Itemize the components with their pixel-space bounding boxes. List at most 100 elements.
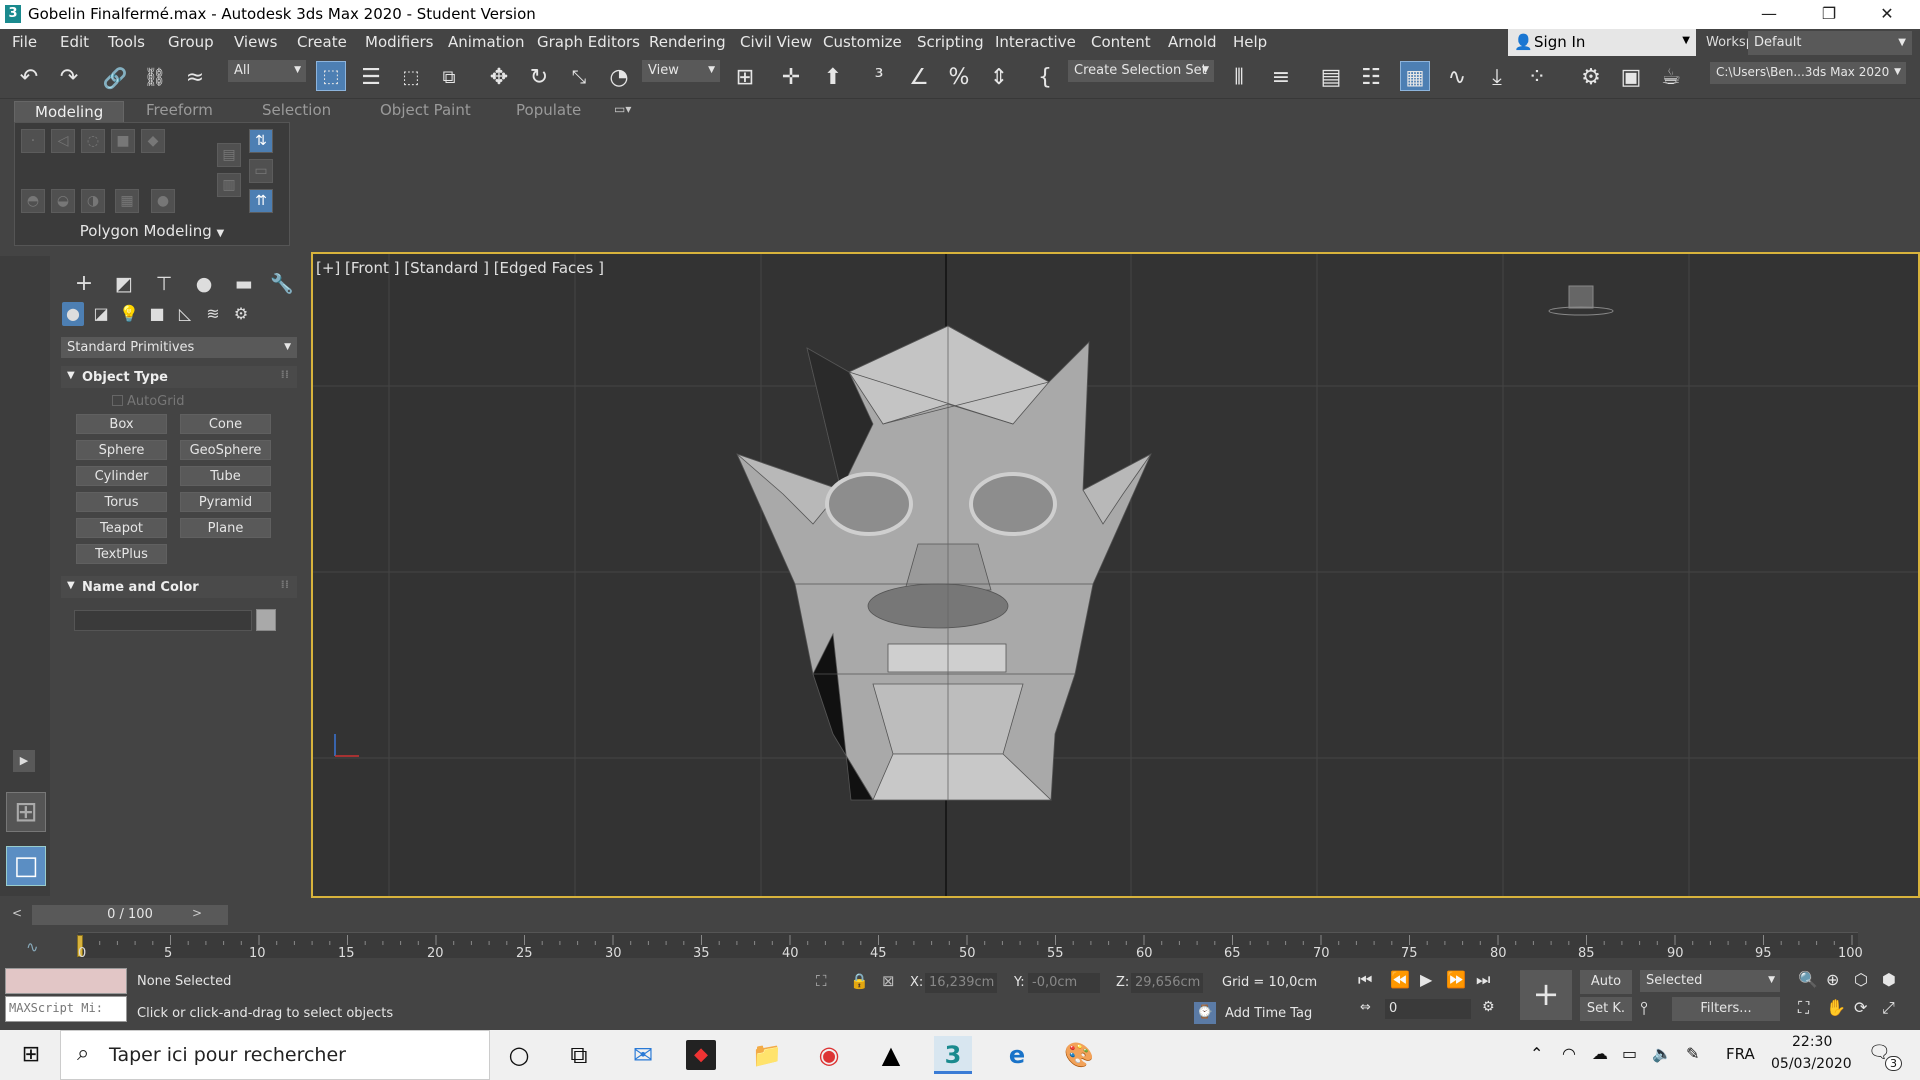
systems-category-icon[interactable]: ⚙ xyxy=(230,302,252,326)
key-filter-set-dropdown[interactable]: Selected ▼ xyxy=(1640,970,1780,992)
menu-file[interactable]: File xyxy=(12,33,37,51)
modify-tab-icon[interactable]: ◩ xyxy=(110,270,138,298)
zoom-all-icon[interactable]: ⊕ xyxy=(1826,970,1839,989)
expand-layout-icon[interactable]: ▶ xyxy=(13,750,35,772)
maximize-viewport-icon[interactable]: ⤢ xyxy=(1882,998,1895,1018)
undo-icon[interactable]: ↶ xyxy=(14,63,44,93)
zoom-extents-icon[interactable]: ⬡ xyxy=(1854,970,1868,989)
add-time-tag[interactable]: Add Time Tag xyxy=(1225,1006,1312,1021)
bind-space-warp-icon[interactable]: ≈ xyxy=(180,63,210,93)
close-button[interactable]: ✕ xyxy=(1858,0,1916,29)
teapot-button[interactable]: Teapot xyxy=(76,518,167,538)
previous-key-icon[interactable]: ⏪ xyxy=(1390,970,1410,989)
zoom-icon[interactable]: 🔍 xyxy=(1798,970,1818,989)
menu-content[interactable]: Content xyxy=(1091,33,1151,51)
sign-in-dropdown[interactable]: 👤 Sign In ▼ xyxy=(1508,29,1696,56)
unlink-icon[interactable]: ⛓ xyxy=(140,63,170,93)
redo-icon[interactable]: ↷ xyxy=(54,63,84,93)
menu-group[interactable]: Group xyxy=(168,33,214,51)
clock-time[interactable]: 22:30 xyxy=(1792,1034,1832,1050)
autogrid-checkbox[interactable]: AutoGrid xyxy=(112,394,184,409)
pivot-center-icon[interactable]: ⊞ xyxy=(730,63,760,93)
material-editor-icon[interactable]: ⁘ xyxy=(1522,63,1552,93)
menu-rendering[interactable]: Rendering xyxy=(649,33,726,51)
curve-editor-mini-icon[interactable]: ∿ xyxy=(26,938,39,956)
select-object-icon[interactable]: ⬚ xyxy=(316,61,346,91)
y-coordinate-input[interactable]: -0,0cm xyxy=(1028,973,1100,993)
tab-object-paint[interactable]: Object Paint xyxy=(380,101,471,119)
collapse-stack-icon[interactable]: ⇈ xyxy=(249,189,273,213)
input-language[interactable]: FRA xyxy=(1726,1045,1755,1063)
border-mode-icon[interactable]: ◌ xyxy=(81,129,105,153)
menu-views[interactable]: Views xyxy=(234,33,277,51)
link-icon[interactable]: 🔗 xyxy=(100,63,130,93)
time-configuration-icon[interactable]: ⚙ xyxy=(1482,999,1495,1015)
align-icon[interactable]: ≡ xyxy=(1266,63,1296,93)
name-and-color-rollout-header[interactable]: ▼ Name and Color ⁞⁞ xyxy=(61,576,297,598)
create-tab-icon[interactable]: + xyxy=(70,270,98,298)
workspace-dropdown[interactable]: Default ▼ xyxy=(1748,31,1912,55)
project-path-dropdown[interactable]: C:\Users\Ben...3ds Max 2020 ▼ xyxy=(1710,62,1906,84)
cone-button[interactable]: Cone xyxy=(180,414,271,434)
tab-modeling[interactable]: Modeling xyxy=(14,101,125,123)
volume-icon[interactable]: 🔈 xyxy=(1652,1044,1672,1063)
windows-start-icon[interactable]: ⊞ xyxy=(12,1036,50,1074)
menu-create[interactable]: Create xyxy=(297,33,347,51)
rectangular-selection-icon[interactable]: ⬚ xyxy=(396,63,426,93)
cortana-icon[interactable]: ○ xyxy=(500,1036,538,1074)
tab-freeform[interactable]: Freeform xyxy=(146,101,213,119)
move-icon[interactable]: ✥ xyxy=(484,63,514,93)
minimize-button[interactable]: — xyxy=(1740,0,1798,29)
snaps-toggle-icon[interactable]: ³ xyxy=(864,63,894,93)
next-key-icon[interactable]: ⏩ xyxy=(1446,970,1466,989)
network-icon[interactable]: ◠ xyxy=(1562,1044,1576,1063)
single-layout-icon[interactable]: □ xyxy=(6,846,46,886)
preserve-uvs-icon[interactable]: ▭ xyxy=(249,159,273,183)
shrink-icon[interactable]: ◒ xyxy=(51,189,75,213)
mirror-icon[interactable]: ⫴ xyxy=(1224,63,1254,93)
clock-date[interactable]: 05/03/2020 xyxy=(1771,1056,1852,1072)
restore-button[interactable]: ❐ xyxy=(1800,0,1858,29)
predator-app-icon[interactable]: ◆ xyxy=(686,1040,716,1070)
select-all-icon[interactable]: ● xyxy=(151,189,175,213)
object-type-rollout-header[interactable]: ▼ Object Type ⁞⁞ xyxy=(61,366,297,388)
paint-app-icon[interactable]: 🎨 xyxy=(1060,1036,1098,1074)
space-warps-category-icon[interactable]: ≋ xyxy=(202,302,224,326)
lights-category-icon[interactable]: 💡 xyxy=(118,302,140,326)
mail-app-icon[interactable]: ✉ xyxy=(624,1036,662,1074)
element-mode-icon[interactable]: ◆ xyxy=(141,129,165,153)
chrome-icon[interactable]: ◉ xyxy=(810,1036,848,1074)
named-selection-dropdown[interactable]: Create Selection Set ▼ xyxy=(1068,60,1214,82)
placement-icon[interactable]: ◔ xyxy=(604,63,634,93)
maxscript-mini-listener-input[interactable]: MAXScript Mi: xyxy=(5,996,127,1022)
torus-button[interactable]: Torus xyxy=(76,492,167,512)
loop-icon[interactable]: ▦ xyxy=(115,189,139,213)
ring-icon[interactable]: ◑ xyxy=(81,189,105,213)
keyboard-shortcut-override-icon[interactable]: ⬆ xyxy=(818,63,848,93)
constrain-icon[interactable]: ⇅ xyxy=(249,129,273,153)
plane-button[interactable]: Plane xyxy=(180,518,271,538)
z-coordinate-input[interactable]: 29,656cm xyxy=(1131,973,1203,993)
object-category-dropdown[interactable]: Standard Primitives ▼ xyxy=(61,337,297,358)
percent-snap-icon[interactable]: % xyxy=(944,63,974,93)
scale-icon[interactable]: ⤡ xyxy=(564,63,594,93)
object-color-swatch[interactable] xyxy=(256,609,276,631)
spinner-snap-icon[interactable]: ⇕ xyxy=(984,63,1014,93)
motion-tab-icon[interactable]: ● xyxy=(190,270,218,298)
polygon-modeling-dropdown[interactable]: Polygon Modeling ▼ xyxy=(14,222,290,244)
cylinder-button[interactable]: Cylinder xyxy=(76,466,167,486)
menu-tools[interactable]: Tools xyxy=(108,33,145,51)
pen-icon[interactable]: ✎ xyxy=(1686,1044,1699,1063)
vertex-mode-icon[interactable]: · xyxy=(21,129,45,153)
schematic-view-icon[interactable]: ⤓ xyxy=(1482,63,1512,93)
cameras-category-icon[interactable]: ■ xyxy=(146,302,168,326)
time-tag-icon[interactable]: ⌚ xyxy=(1194,1002,1216,1024)
go-to-start-icon[interactable]: ⏮ xyxy=(1358,970,1372,990)
3dsmax-taskbar-icon[interactable]: 3 xyxy=(934,1036,972,1074)
front-viewport[interactable] xyxy=(311,252,1920,898)
default-in-out-tangent-icon[interactable]: ⫯ xyxy=(1640,998,1648,1019)
layer-explorer-icon[interactable]: ☷ xyxy=(1356,63,1386,93)
isolate-selection-icon[interactable]: ⛶ xyxy=(816,972,827,990)
render-production-icon[interactable]: ☕ xyxy=(1656,63,1686,93)
file-explorer-icon[interactable]: 📁 xyxy=(748,1036,786,1074)
